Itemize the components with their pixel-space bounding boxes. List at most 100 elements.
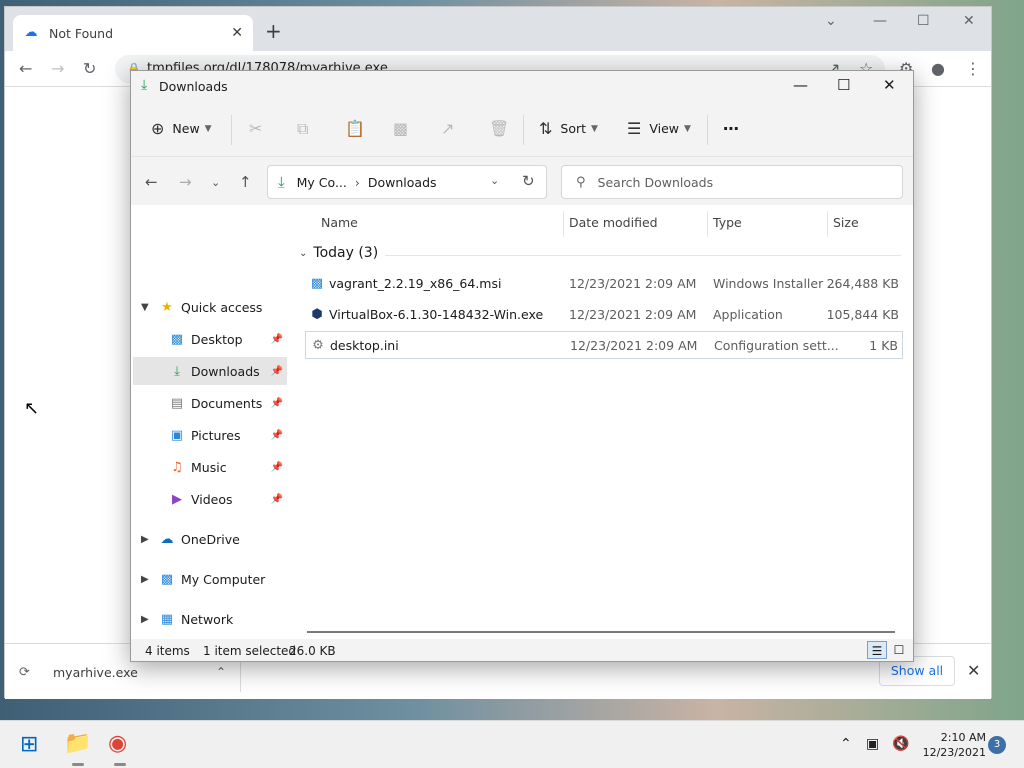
chevron-right-icon[interactable]: ›	[355, 175, 360, 190]
details-view-icon[interactable]: ☰	[867, 641, 887, 659]
sidebar-item-onedrive[interactable]: ▶ ☁ OneDrive	[133, 525, 287, 553]
pin-icon: 📌	[270, 429, 283, 441]
notification-badge[interactable]: 3	[988, 736, 1006, 754]
address-bar[interactable]: ⤓ My Co... › Downloads ⌄ ↻	[267, 165, 547, 199]
column-header-name[interactable]: Name	[321, 215, 358, 230]
forward-icon[interactable]: →	[179, 173, 192, 191]
system-clock[interactable]: 2:10 AM 12/23/2021	[916, 730, 986, 760]
cloud-icon: ☁	[160, 531, 174, 547]
file-row-selected[interactable]: ⚙ desktop.ini 12/23/2021 2:09 AM Configu…	[305, 331, 903, 359]
forward-icon[interactable]: →	[51, 59, 64, 78]
close-window-icon[interactable]: ✕	[883, 76, 896, 94]
file-row[interactable]: ⬢ VirtualBox-6.1.30-148432-Win.exe 12/23…	[305, 300, 903, 328]
pin-icon: 📌	[270, 333, 283, 345]
recent-locations-icon[interactable]: ⌄	[211, 176, 220, 189]
network-status-icon[interactable]: ▣	[866, 736, 879, 752]
installer-icon: ▩	[310, 275, 324, 291]
divider	[231, 115, 232, 145]
search-input[interactable]	[597, 174, 878, 190]
sidebar-label: OneDrive	[181, 531, 240, 547]
application-icon: ⬢	[311, 306, 323, 322]
selection-size: 26.0 KB	[289, 644, 336, 658]
column-divider[interactable]	[563, 211, 564, 237]
minimize-icon[interactable]: —	[873, 13, 887, 29]
sidebar-item-desktop[interactable]: ▩ Desktop 📌	[133, 325, 287, 353]
breadcrumb-my-computer[interactable]: My Co...	[297, 175, 347, 190]
sidebar-label: Quick access	[181, 299, 263, 315]
column-divider[interactable]	[827, 211, 828, 237]
chevron-down-icon[interactable]: ⌄	[299, 248, 307, 259]
back-icon[interactable]: ←	[145, 173, 158, 191]
item-count: 4 items	[145, 644, 190, 658]
file-explorer-icon[interactable]: 📁	[64, 731, 91, 757]
breadcrumb-downloads[interactable]: Downloads	[368, 175, 437, 190]
chevron-down-icon[interactable]: ⌄	[825, 13, 837, 29]
close-shelf-icon[interactable]: ✕	[967, 661, 980, 680]
taskbar: ⊞ 📁 ◉ ⌃ ▣ 🔇 2:10 AM 12/23/2021 3	[0, 720, 1024, 768]
search-box[interactable]: ⚲	[561, 165, 903, 199]
refresh-icon[interactable]: ↻	[522, 172, 535, 190]
chevron-down-icon[interactable]: ⌄	[490, 174, 499, 187]
sidebar-item-my-computer[interactable]: ▶ ▩ My Computer	[133, 565, 287, 593]
column-header-type[interactable]: Type	[713, 215, 742, 230]
sidebar-item-network[interactable]: ▶ ▦ Network	[133, 605, 287, 633]
view-button[interactable]: ☰ View ▼	[627, 119, 691, 138]
sort-button[interactable]: ⇅ Sort ▼	[539, 119, 598, 138]
more-options-icon[interactable]: ⋯	[723, 119, 739, 138]
chevron-down-icon[interactable]: ▼	[141, 302, 149, 313]
column-header-size[interactable]: Size	[833, 215, 859, 230]
horizontal-scrollbar[interactable]	[307, 631, 895, 633]
maximize-icon[interactable]: ☐	[837, 76, 850, 94]
menu-icon[interactable]: ⋮	[965, 59, 981, 78]
sort-icon: ⇅	[539, 119, 553, 138]
delete-icon[interactable]: 🗑	[489, 119, 509, 138]
chrome-icon[interactable]: ◉	[108, 731, 127, 757]
sidebar-item-videos[interactable]: ▶ Videos 📌	[133, 485, 287, 513]
thumbnail-view-icon[interactable]: ☐	[889, 641, 909, 659]
new-tab-button[interactable]: +	[265, 21, 282, 41]
column-divider[interactable]	[707, 211, 708, 237]
up-icon[interactable]: ↑	[239, 173, 252, 191]
group-header-today[interactable]: ⌄ Today (3)	[299, 245, 378, 261]
file-type: Configuration sett...	[714, 337, 839, 353]
network-icon: ▦	[160, 611, 174, 627]
share-icon[interactable]: ↗	[441, 119, 454, 138]
chevron-right-icon[interactable]: ▶	[141, 614, 149, 625]
close-tab-icon[interactable]: ✕	[231, 25, 243, 41]
chevron-right-icon[interactable]: ▶	[141, 534, 149, 545]
browser-tab[interactable]: ☁ Not Found ✕	[13, 15, 253, 51]
view-label: View	[649, 121, 680, 136]
active-app-indicator	[114, 763, 126, 766]
sidebar-label: Music	[191, 459, 227, 475]
config-file-icon: ⚙	[312, 337, 324, 353]
sidebar-item-pictures[interactable]: ▣ Pictures 📌	[133, 421, 287, 449]
profile-icon[interactable]: ●	[931, 59, 945, 78]
chevron-right-icon[interactable]: ▶	[141, 574, 149, 585]
rename-icon[interactable]: ▩	[393, 119, 408, 138]
chevron-up-icon[interactable]: ⌃	[840, 736, 852, 752]
plus-circle-icon: ⊕	[151, 119, 165, 138]
sidebar-item-downloads[interactable]: ⤓ Downloads 📌	[133, 357, 287, 385]
maximize-icon[interactable]: ☐	[917, 13, 930, 29]
copy-icon[interactable]: ⧉	[297, 119, 308, 139]
volume-muted-icon[interactable]: 🔇	[892, 736, 909, 752]
desktop-icon: ▩	[170, 331, 184, 347]
paste-icon[interactable]: 📋	[345, 119, 365, 138]
close-window-icon[interactable]: ✕	[963, 13, 975, 29]
sidebar-item-quick-access[interactable]: ▼ ★ Quick access	[133, 293, 287, 321]
computer-icon: ▩	[160, 571, 174, 587]
new-button[interactable]: ⊕ New ▼	[151, 119, 212, 138]
cut-icon[interactable]: ✂	[249, 119, 262, 138]
file-size: 264,488 KB	[826, 275, 899, 291]
sidebar-item-music[interactable]: ♫ Music 📌	[133, 453, 287, 481]
back-icon[interactable]: ←	[19, 59, 32, 78]
file-type: Windows Installer ...	[713, 275, 840, 291]
file-row[interactable]: ▩ vagrant_2.2.19_x86_64.msi 12/23/2021 2…	[305, 269, 903, 297]
column-header-date[interactable]: Date modified	[569, 215, 658, 230]
minimize-icon[interactable]: —	[793, 76, 808, 94]
reload-icon[interactable]: ↻	[83, 59, 96, 78]
sidebar-item-documents[interactable]: ▤ Documents 📌	[133, 389, 287, 417]
command-bar: ⊕ New ▼ ✂ ⧉ 📋 ▩ ↗ 🗑 ⇅ Sort ▼ ☰ View ▼ ⋯	[131, 101, 913, 157]
chevron-up-icon[interactable]: ⌃	[216, 665, 226, 679]
windows-start-icon[interactable]: ⊞	[20, 734, 38, 756]
